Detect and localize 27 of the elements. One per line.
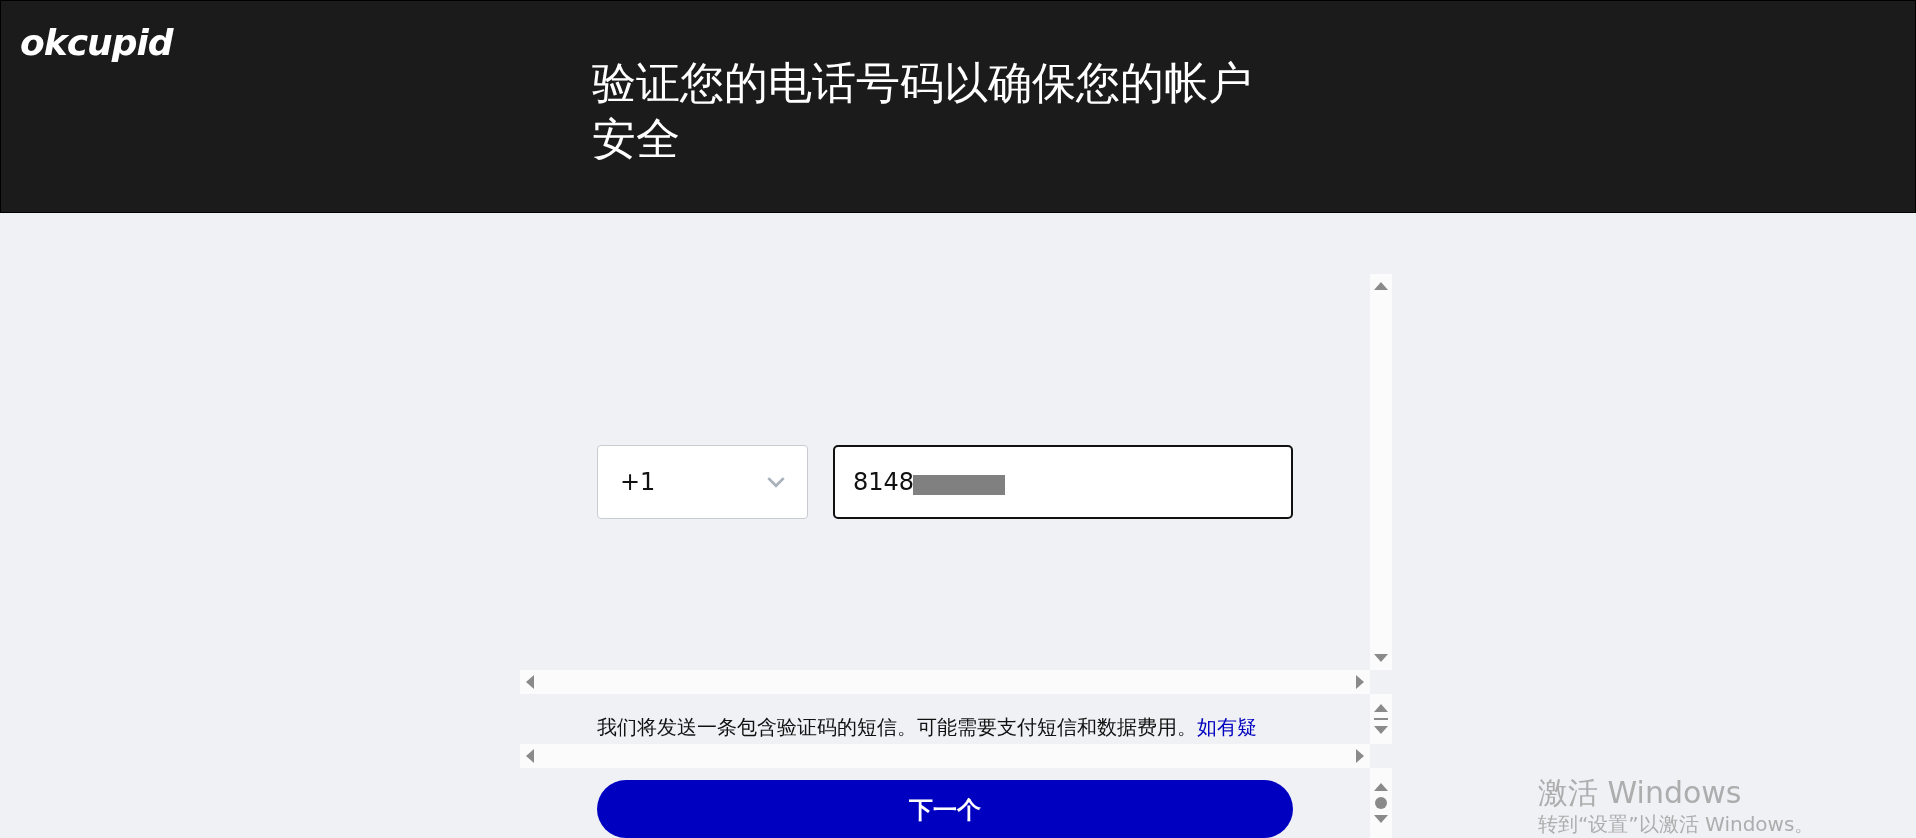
next-button[interactable]: 下一个: [597, 780, 1293, 838]
vertical-scrollbar[interactable]: [1370, 274, 1392, 670]
scroll-up-icon[interactable]: [1374, 282, 1388, 290]
help-link[interactable]: 如有疑: [1197, 715, 1257, 739]
country-code-select[interactable]: +1: [597, 445, 808, 519]
activation-title: 激活 Windows: [1538, 775, 1743, 811]
logo[interactable]: okcupid: [20, 21, 173, 65]
activation-hint: 转到“设置”以激活 Windows。: [1538, 811, 1815, 837]
scroll-thumb[interactable]: [1375, 797, 1387, 809]
sms-notice: 我们将发送一条包含验证码的短信。可能需要支付短信和数据费用。如有疑: [597, 714, 1258, 740]
scroll-up-icon[interactable]: [1374, 783, 1388, 791]
scroll-down-icon[interactable]: [1374, 815, 1388, 823]
scroll-right-icon[interactable]: [1356, 675, 1364, 689]
scroll-left-icon[interactable]: [526, 749, 534, 763]
phone-input-field[interactable]: 8148: [833, 445, 1293, 519]
scroll-thumb[interactable]: [1374, 718, 1388, 720]
chevron-down-icon: [767, 476, 785, 488]
scroll-up-icon[interactable]: [1374, 704, 1388, 712]
scroll-left-icon[interactable]: [526, 675, 534, 689]
scroll-right-icon[interactable]: [1356, 749, 1364, 763]
horizontal-scrollbar[interactable]: [520, 670, 1370, 694]
scroll-down-icon[interactable]: [1374, 726, 1388, 734]
vertical-scrollbar[interactable]: [1370, 768, 1392, 838]
vertical-scrollbar[interactable]: [1370, 694, 1392, 744]
horizontal-scrollbar[interactable]: [520, 744, 1370, 768]
scroll-down-icon[interactable]: [1374, 654, 1388, 662]
page-title: 验证您的电话号码以确保您的帐户安全: [591, 56, 1253, 166]
